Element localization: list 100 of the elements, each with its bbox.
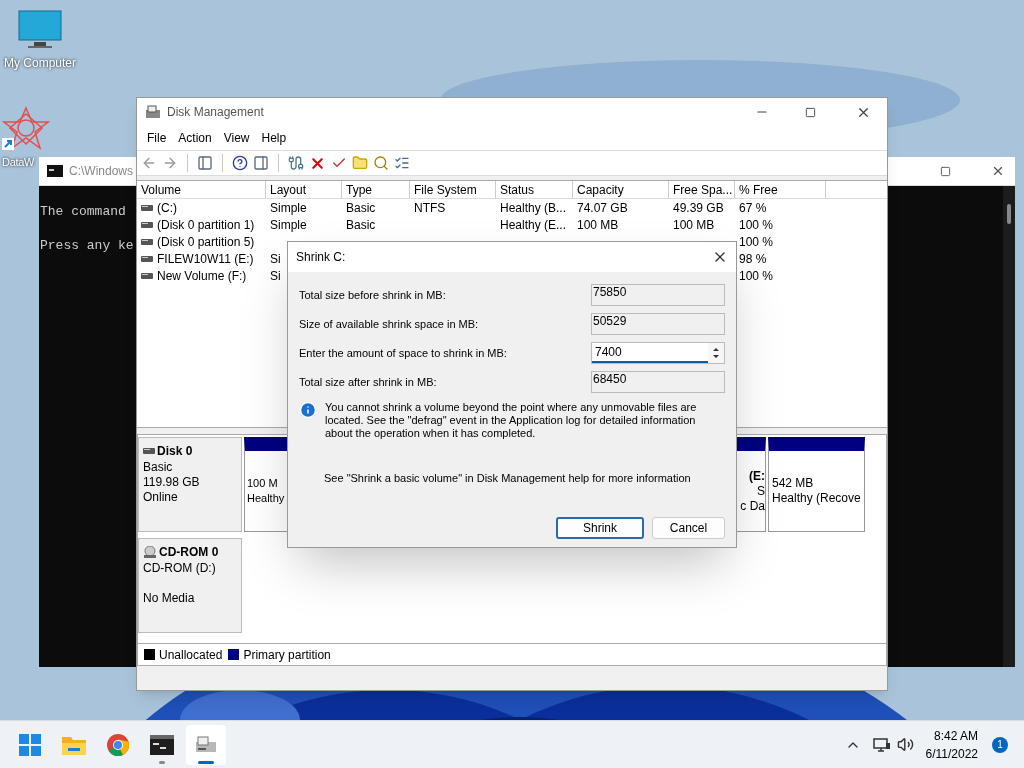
field-label: Total size before shrink in MB: xyxy=(299,287,447,303)
column-header[interactable]: Volume xyxy=(137,181,266,198)
clock-date[interactable]: 6/11/2022 xyxy=(925,744,978,763)
table-cell-text: 67 % xyxy=(739,199,767,217)
clock-time[interactable]: 8:42 AM xyxy=(933,726,978,745)
table-cell-text: 100 % xyxy=(739,233,774,251)
table-cell-text: 74.07 GB xyxy=(577,199,628,217)
disk-detail: Basic xyxy=(143,460,174,475)
column-header[interactable]: Capacity xyxy=(573,181,669,198)
table-cell-text: Basic xyxy=(346,199,376,217)
console-line: Press any ke xyxy=(40,236,134,255)
field-label: Total size after shrink in MB: xyxy=(299,374,438,390)
search-icon[interactable] xyxy=(373,155,389,171)
table-cell-text: 100 MB xyxy=(577,216,619,234)
column-header[interactable]: % Free xyxy=(735,181,826,198)
partition-text: 100 M xyxy=(247,476,279,491)
notification-badge[interactable]: 1 xyxy=(992,736,1008,753)
table-cell-text: Si xyxy=(270,267,281,285)
column-header[interactable]: Layout xyxy=(266,181,342,198)
maximize-icon[interactable] xyxy=(805,106,816,118)
partition-text: Healthy xyxy=(247,491,286,506)
table-cell-text: Basic xyxy=(346,216,376,234)
dialog-button[interactable]: Cancel xyxy=(652,516,725,539)
table-cell-text: FILEW10W11 (E:) xyxy=(157,250,254,268)
disk-name: CD-ROM 0 xyxy=(159,544,219,561)
star-shortcut-icon[interactable] xyxy=(2,106,50,150)
table-cell-text: Healthy (E... xyxy=(500,216,567,234)
menu-item[interactable]: View xyxy=(217,129,256,147)
partition-text: 542 MB xyxy=(772,476,815,491)
panel-icon[interactable] xyxy=(253,155,269,171)
table-cell-text: 49.39 GB xyxy=(673,199,724,217)
panel-icon[interactable] xyxy=(197,155,213,171)
properties-icon[interactable] xyxy=(394,155,410,171)
menu-item[interactable]: Action xyxy=(172,129,218,147)
legend-label: Unallocated xyxy=(159,646,223,664)
spin-buttons[interactable] xyxy=(708,343,724,363)
icon-label: My Computer xyxy=(4,55,76,72)
scrollbar[interactable] xyxy=(1003,186,1015,667)
table-cell-text: New Volume (F:) xyxy=(157,267,247,285)
monitor-icon[interactable] xyxy=(18,10,62,50)
column-header[interactable]: Status xyxy=(496,181,573,198)
readonly-field: 50529 xyxy=(591,313,725,335)
info-text: You cannot shrink a volume beyond the point where any unmovable files are located. See the "defrag" event in the Application log for detailed information about the operation when it has completed. xyxy=(325,401,698,440)
dialog-title: Shrink C: xyxy=(296,249,346,266)
disk-detail: No Media xyxy=(143,591,196,606)
close-icon[interactable] xyxy=(991,164,1005,178)
disk-detail: 119.98 GB xyxy=(143,475,201,490)
volume-icon[interactable] xyxy=(896,736,914,753)
table-cell-text: 100 MB xyxy=(673,216,715,234)
table-cell-text: Simple xyxy=(270,199,307,217)
table-cell-text: 100 % xyxy=(739,267,774,285)
icon-label: DataW xyxy=(2,155,35,170)
disk-info-panel[interactable]: Disk 0 Basic 119.98 GB Online xyxy=(138,437,242,532)
table-cell-text: (C:) xyxy=(157,199,177,217)
partition-text: (E: xyxy=(749,468,765,484)
column-header[interactable]: Free Spa... xyxy=(669,181,735,198)
column-header[interactable]: Type xyxy=(342,181,410,198)
partition-text: c Da xyxy=(740,498,765,514)
table-cell-text: (Disk 0 partition 1) xyxy=(157,216,255,234)
console-icon xyxy=(47,165,63,177)
folder-icon xyxy=(62,734,86,755)
partition-text: Healthy (Recove xyxy=(772,491,861,506)
partition-block[interactable]: (E: S c Da xyxy=(736,437,766,532)
table-cell-text: Si xyxy=(270,250,281,268)
field-label: Size of available shrink space in MB: xyxy=(299,316,480,332)
partition-block[interactable]: 542 MB Healthy (Recove xyxy=(768,437,865,532)
disk-detail: CD-ROM (D:) xyxy=(143,561,217,576)
menu-item[interactable]: Help xyxy=(255,129,293,147)
table-cell-text: (Disk 0 partition 5) xyxy=(157,233,255,251)
table-cell-text: 98 % xyxy=(739,250,767,268)
menu-item[interactable]: File xyxy=(141,129,173,147)
drive-icon xyxy=(141,221,153,228)
readonly-field: 75850 xyxy=(591,284,725,306)
cable-icon[interactable] xyxy=(288,155,304,171)
disk-name: Disk 0 xyxy=(157,443,193,460)
network-icon[interactable] xyxy=(872,736,891,753)
disk-info-panel[interactable]: CD-ROM 0 CD-ROM (D:) No Media xyxy=(138,538,242,633)
help-icon[interactable] xyxy=(232,155,248,171)
table-cell-text: NTFS xyxy=(414,199,446,217)
window-title: Disk Management xyxy=(167,104,264,121)
drive-icon xyxy=(143,448,155,454)
table-cell-text: Healthy (B... xyxy=(500,199,567,217)
column-header[interactable]: File System xyxy=(410,181,496,198)
maximize-icon[interactable] xyxy=(940,165,951,177)
terminal-icon xyxy=(150,734,174,755)
drive-icon xyxy=(141,255,153,262)
field-label: Enter the amount of space to shrink in MB: xyxy=(299,345,508,361)
help-text: See "Shrink a basic volume" in Disk Management help for more information xyxy=(323,471,692,486)
drive-icon xyxy=(141,204,153,211)
window-title: C:\Windows xyxy=(69,163,133,180)
drive-icon xyxy=(141,272,153,279)
partition-text: S xyxy=(757,483,765,499)
windows-logo-icon xyxy=(19,733,41,756)
table-cell-text: Simple xyxy=(270,216,307,234)
dialog-button[interactable]: Shrink xyxy=(556,516,644,539)
input-field[interactable]: 7400 xyxy=(592,343,708,363)
app-icon xyxy=(145,105,161,119)
partition-block[interactable]: 100 M Healthy xyxy=(244,437,290,532)
info-icon xyxy=(299,401,317,419)
console-line: The command xyxy=(40,203,126,221)
